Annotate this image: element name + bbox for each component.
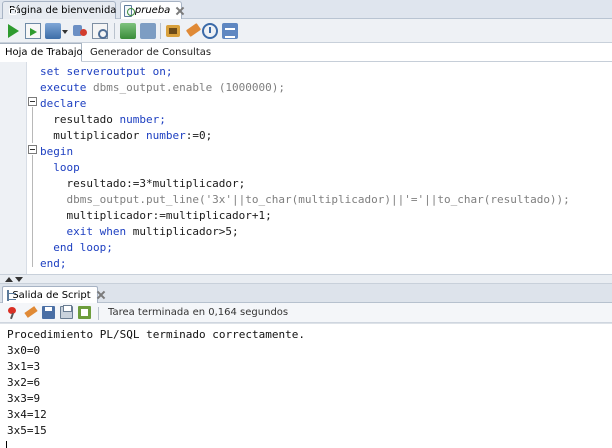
code-token: declare: [40, 97, 87, 110]
output-line: Procedimiento PL/SQL terminado correctam…: [7, 328, 306, 341]
code-token: multiplicador:=multiplicador+1;: [40, 209, 272, 222]
tab-hoja-de-trabajo[interactable]: Hoja de Trabajo: [0, 43, 83, 62]
expand-down-icon[interactable]: [15, 277, 23, 282]
code-line: loop: [40, 160, 80, 176]
rollback-icon[interactable]: [72, 23, 88, 39]
code-token: multiplicador: [40, 129, 146, 142]
line-gutter: [0, 62, 27, 274]
output-line: 3x2=6: [7, 376, 41, 389]
save-icon[interactable]: [42, 306, 55, 319]
fold-icon[interactable]: [28, 145, 37, 154]
code-token: exit when: [40, 225, 133, 238]
fold-icon[interactable]: [28, 97, 37, 106]
sql-tuning-icon[interactable]: [165, 23, 181, 39]
code-token: loop: [40, 161, 80, 174]
code-line: set serveroutput on;: [40, 64, 172, 80]
chevron-down-icon[interactable]: [62, 30, 68, 34]
code-line: end;: [40, 256, 67, 272]
output-line: 3x5=15: [7, 424, 47, 437]
text-caret: [6, 441, 7, 448]
output-line: 3x3=9: [7, 392, 41, 405]
output-tab-bar: Salida de Script: [0, 284, 612, 303]
expand-up-icon[interactable]: [5, 277, 13, 282]
code-token: set serveroutput on;: [40, 65, 173, 78]
code-line: multiplicador number:=0;: [40, 128, 212, 144]
format-icon[interactable]: [222, 23, 238, 39]
code-line: end loop;: [40, 240, 113, 256]
autotrace-icon[interactable]: [120, 23, 136, 39]
worksheet-subtab-bar: Hoja de Trabajo Generador de Consultas: [0, 43, 612, 62]
tab-pagina-de-bienvenida[interactable]: Página de bienvenida: [2, 1, 116, 19]
output-line: 3x0=0: [7, 344, 41, 357]
toolbar-divider: [114, 23, 115, 39]
code-line: dbms_output.put_line('3x'||to_char(multi…: [40, 192, 570, 208]
output-line: 3x1=3: [7, 360, 41, 373]
code-token: resultado: [40, 113, 120, 126]
code-line: exit when multiplicador>5;: [40, 224, 239, 240]
close-icon[interactable]: [176, 7, 181, 15]
commit-icon[interactable]: [45, 23, 61, 39]
clear-icon[interactable]: [185, 23, 201, 39]
code-token: number: [145, 129, 186, 142]
sql-worksheet-icon: [124, 4, 135, 17]
tab-prueba[interactable]: prueba: [120, 1, 182, 19]
code-line: resultado number;: [40, 112, 166, 128]
sql-history-icon[interactable]: [202, 23, 218, 39]
code-token: multiplicador>5;: [132, 225, 239, 238]
tab-label: prueba: [134, 5, 171, 16]
code-line: execute dbms_output.enable (1000000);: [40, 80, 285, 96]
find-icon[interactable]: [92, 23, 108, 39]
code-token: end loop;: [40, 241, 113, 254]
tab-label: Página de bienvenida: [9, 5, 117, 16]
fold-guide: [32, 107, 33, 143]
code-editor[interactable]: set serveroutput on; execute dbms_output.…: [0, 62, 612, 274]
toolbar-divider: [160, 23, 161, 39]
output-toolbar: Tarea terminada en 0,164 segundos: [0, 303, 612, 323]
code-token: begin: [40, 145, 74, 158]
task-status-text: Tarea terminada en 0,164 segundos: [108, 307, 289, 318]
document-tab-bar: Página de bienvenida prueba: [0, 0, 612, 19]
tab-label: Salida de Script: [12, 289, 91, 301]
run-statement-icon[interactable]: [5, 23, 21, 39]
code-token: :=0;: [185, 129, 213, 142]
code-line: begin: [40, 144, 73, 160]
run-script-icon[interactable]: [25, 23, 41, 39]
tab-generador-de-consultas[interactable]: Generador de Consultas: [88, 43, 211, 62]
output-line: 3x4=12: [7, 408, 47, 421]
clear-output-icon[interactable]: [24, 306, 37, 319]
code-token: execute: [40, 81, 93, 94]
explain-plan-icon[interactable]: [140, 23, 156, 39]
code-token: number;: [119, 113, 166, 126]
toolbar-divider: [98, 307, 99, 320]
code-token: dbms_output.enable (1000000);: [92, 81, 286, 94]
code-token: end;: [40, 257, 67, 270]
panel-splitter[interactable]: [0, 274, 612, 284]
pin-icon[interactable]: [6, 306, 19, 319]
code-line: declare: [40, 96, 86, 112]
tab-salida-de-script[interactable]: Salida de Script: [2, 286, 98, 303]
code-line: resultado:=3*multiplicador;: [40, 176, 245, 192]
script-output-icon: [7, 289, 18, 301]
code-line: multiplicador:=multiplicador+1;: [40, 208, 272, 224]
script-output-area[interactable]: Procedimiento PL/SQL terminado correctam…: [0, 323, 612, 448]
print-icon[interactable]: [60, 305, 73, 319]
open-file-icon[interactable]: [78, 306, 91, 319]
code-token: resultado:=3*multiplicador;: [40, 177, 246, 190]
code-token: dbms_output.put_line('3x'||to_char(multi…: [40, 193, 570, 206]
fold-guide: [32, 155, 33, 267]
worksheet-toolbar: [0, 19, 612, 43]
